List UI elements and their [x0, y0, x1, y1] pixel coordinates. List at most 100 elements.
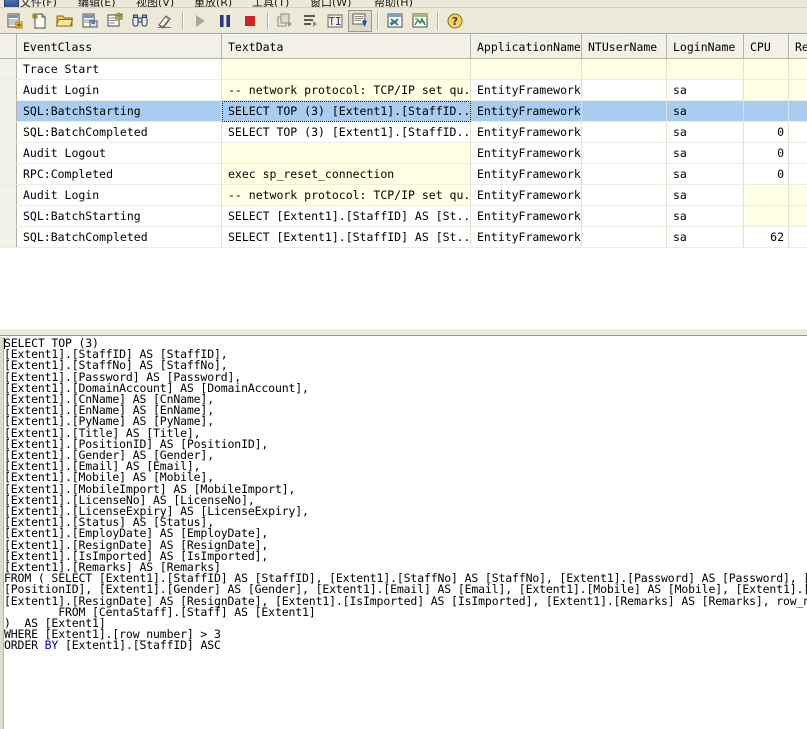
trace-events-grid[interactable]: EventClassTextDataApplicationNameNTUserN… — [0, 34, 807, 328]
table-row[interactable]: SQL:BatchCompletedSELECT TOP (3) [Extent… — [0, 122, 807, 143]
cell-applicationname[interactable] — [471, 59, 582, 80]
cell-eventclass[interactable]: SQL:BatchStarting — [17, 206, 222, 227]
cell-textdata[interactable]: exec sp_reset_connection — [222, 164, 471, 185]
row-header[interactable] — [0, 227, 17, 248]
cell-cpu[interactable] — [744, 101, 789, 122]
cell-ntusername[interactable] — [582, 164, 667, 185]
cell-textdata[interactable] — [222, 143, 471, 164]
column-header-textdata[interactable]: TextData — [222, 35, 471, 59]
row-header[interactable] — [0, 59, 17, 80]
cell-applicationname[interactable]: EntityFramework — [471, 101, 582, 122]
column-header-loginname[interactable]: LoginName — [667, 35, 744, 59]
trace-table-body[interactable]: Trace StartAudit Login-- network protoco… — [0, 59, 807, 248]
table-row[interactable]: Trace Start — [0, 59, 807, 80]
column-header-reads[interactable]: Reads — [789, 35, 807, 59]
column-header-eventclass[interactable]: EventClass — [17, 35, 222, 59]
cell-cpu[interactable] — [744, 206, 789, 227]
cell-reads[interactable] — [789, 59, 807, 80]
cell-loginname[interactable]: sa — [667, 206, 744, 227]
cell-loginname[interactable]: sa — [667, 185, 744, 206]
cell-textdata[interactable]: SELECT TOP (3) [Extent1].[StaffID... — [222, 101, 471, 122]
cell-ntusername[interactable] — [582, 185, 667, 206]
table-row[interactable]: SQL:BatchCompletedSELECT [Extent1].[Staf… — [0, 227, 807, 248]
cell-applicationname[interactable]: EntityFramework — [471, 122, 582, 143]
cell-eventclass[interactable]: Trace Start — [17, 59, 222, 80]
cell-reads[interactable]: 254 — [789, 227, 807, 248]
new-trace-button[interactable] — [3, 10, 27, 32]
cell-reads[interactable]: 7 — [789, 143, 807, 164]
row-header[interactable] — [0, 143, 17, 164]
cell-cpu[interactable]: 0 — [744, 164, 789, 185]
cell-eventclass[interactable]: Audit Login — [17, 185, 222, 206]
table-row[interactable]: Audit Login-- network protocol: TCP/IP s… — [0, 80, 807, 101]
stop-trace-button[interactable] — [238, 10, 262, 32]
cell-cpu[interactable]: 0 — [744, 143, 789, 164]
cell-ntusername[interactable] — [582, 59, 667, 80]
cell-eventclass[interactable]: SQL:BatchStarting — [17, 101, 222, 122]
cell-loginname[interactable] — [667, 59, 744, 80]
cell-textdata[interactable]: -- network protocol: TCP/IP set qu... — [222, 80, 471, 101]
cell-reads[interactable] — [789, 206, 807, 227]
grid-corner-header[interactable] — [0, 35, 17, 59]
cell-textdata[interactable]: SELECT [Extent1].[StaffID] AS [St... — [222, 227, 471, 248]
cell-eventclass[interactable]: Audit Login — [17, 80, 222, 101]
cell-applicationname[interactable]: EntityFramework — [471, 143, 582, 164]
column-header-ntusername[interactable]: NTUserName — [582, 35, 667, 59]
cell-loginname[interactable]: sa — [667, 227, 744, 248]
column-header-cpu[interactable]: CPU — [744, 35, 789, 59]
toggle-breakpoint-button[interactable]: TI — [323, 10, 347, 32]
run-to-cursor-button[interactable] — [298, 10, 322, 32]
cell-reads[interactable]: 7 — [789, 122, 807, 143]
cell-reads[interactable] — [789, 101, 807, 122]
pane-splitter[interactable] — [0, 328, 807, 336]
row-header[interactable] — [0, 164, 17, 185]
query-analyzer-button[interactable] — [383, 10, 407, 32]
new-template-button[interactable] — [28, 10, 52, 32]
run-trace-button[interactable] — [188, 10, 212, 32]
cell-loginname[interactable]: sa — [667, 80, 744, 101]
row-header[interactable] — [0, 122, 17, 143]
menu-item-3[interactable]: 重放(R) — [194, 0, 232, 8]
table-row[interactable]: Audit Login-- network protocol: TCP/IP s… — [0, 185, 807, 206]
cell-textdata[interactable]: SELECT [Extent1].[StaffID] AS [St... — [222, 206, 471, 227]
pause-trace-button[interactable] — [213, 10, 237, 32]
single-step-button[interactable] — [273, 10, 297, 32]
row-header[interactable] — [0, 80, 17, 101]
cell-loginname[interactable]: sa — [667, 101, 744, 122]
menu-bar[interactable]: 文件(F)编辑(E)视图(V)重放(R)工具(T)窗口(W)帮助(H) — [0, 0, 807, 8]
cell-loginname[interactable]: sa — [667, 164, 744, 185]
table-row[interactable]: Audit LogoutEntityFrameworksa070 — [0, 143, 807, 164]
menu-item-1[interactable]: 编辑(E) — [78, 0, 116, 8]
table-row[interactable]: SQL:BatchStartingSELECT TOP (3) [Extent1… — [0, 101, 807, 122]
menu-item-0[interactable]: 文件(F) — [20, 0, 57, 8]
cell-cpu[interactable] — [744, 80, 789, 101]
sql-text-pane[interactable]: SELECT TOP (3) [Extent1].[StaffID] AS [S… — [0, 336, 807, 729]
show-plan-button[interactable] — [408, 10, 432, 32]
row-header[interactable] — [0, 185, 17, 206]
cell-cpu[interactable]: 62 — [744, 227, 789, 248]
cell-eventclass[interactable]: RPC:Completed — [17, 164, 222, 185]
row-header[interactable] — [0, 101, 17, 122]
cell-reads[interactable] — [789, 80, 807, 101]
menu-item-2[interactable]: 视图(V) — [136, 0, 174, 8]
help-button[interactable]: ? — [443, 10, 467, 32]
table-row[interactable]: RPC:Completedexec sp_reset_connectionEnt… — [0, 164, 807, 185]
cell-ntusername[interactable] — [582, 143, 667, 164]
autoscroll-button[interactable] — [348, 10, 372, 32]
cell-ntusername[interactable] — [582, 227, 667, 248]
clear-trace-button[interactable] — [153, 10, 177, 32]
cell-applicationname[interactable]: EntityFramework — [471, 206, 582, 227]
cell-textdata[interactable] — [222, 59, 471, 80]
menu-item-6[interactable]: 帮助(H) — [374, 0, 413, 8]
cell-cpu[interactable] — [744, 59, 789, 80]
trace-properties-button[interactable] — [103, 10, 127, 32]
cell-applicationname[interactable]: EntityFramework — [471, 164, 582, 185]
save-trace-button[interactable] — [78, 10, 102, 32]
column-header-applicationname[interactable]: ApplicationName — [471, 35, 582, 59]
cell-reads[interactable] — [789, 185, 807, 206]
cell-cpu[interactable] — [744, 185, 789, 206]
sql-text-content[interactable]: SELECT TOP (3) [Extent1].[StaffID] AS [S… — [4, 338, 807, 652]
cell-ntusername[interactable] — [582, 80, 667, 101]
cell-loginname[interactable]: sa — [667, 143, 744, 164]
row-header[interactable] — [0, 206, 17, 227]
